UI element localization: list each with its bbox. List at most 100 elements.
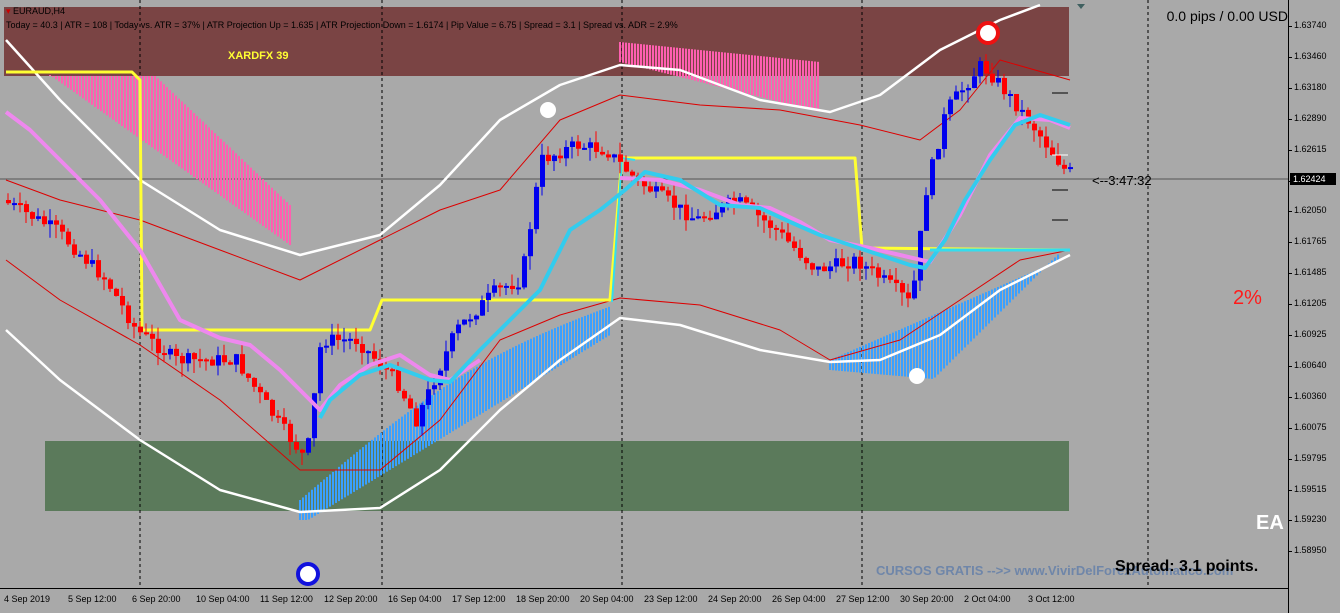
candle-480 [480, 300, 485, 316]
candle-258 [258, 386, 263, 393]
price-tick-label: 1.59795 [1294, 452, 1327, 463]
candle-78 [78, 254, 83, 257]
candle-132 [132, 323, 137, 327]
candle-582 [582, 147, 587, 150]
candle-366 [366, 351, 371, 354]
price-tick-label: 1.61205 [1294, 298, 1327, 309]
candle-66 [66, 231, 71, 245]
candle-36 [36, 216, 41, 219]
candle-558 [558, 155, 563, 159]
price-chart[interactable] [0, 0, 1288, 589]
price-tick [1288, 56, 1292, 58]
candle-870 [870, 266, 875, 269]
candle-1038 [1038, 130, 1043, 137]
candle-270 [270, 399, 275, 416]
candle-978 [978, 61, 983, 77]
candle-882 [882, 275, 887, 278]
candle-168 [168, 348, 173, 355]
percent-label: 2% [1233, 287, 1262, 309]
pips-readout: 0.0 pips / 0.00 USD [1166, 8, 1288, 24]
candle-210 [210, 359, 215, 366]
candle-504 [504, 285, 509, 288]
candle-54 [54, 220, 59, 225]
candle-1032 [1032, 123, 1037, 131]
stats-line: Today = 40.3 | ATR = 108 | Today vs. ATR… [6, 20, 678, 30]
candle-96 [96, 260, 101, 278]
candle-228 [228, 362, 233, 365]
candle-114 [114, 288, 119, 296]
candle-648 [648, 186, 653, 192]
candle-348 [348, 338, 353, 341]
candle-618 [618, 154, 623, 162]
price-tick [1288, 87, 1292, 89]
price-tick [1288, 304, 1292, 306]
candle-90 [90, 260, 95, 264]
candle-216 [216, 355, 221, 366]
candle-138 [138, 326, 143, 333]
price-tick-label: 1.58950 [1294, 545, 1327, 556]
candle-942 [942, 114, 947, 149]
candle-264 [264, 392, 269, 400]
candle-120 [120, 295, 125, 306]
candle-450 [450, 333, 455, 352]
price-tick-label: 1.60925 [1294, 329, 1327, 339]
time-tick-label: 6 Sep 20:00 [132, 594, 181, 604]
candle-846 [846, 266, 851, 269]
candle-144 [144, 332, 149, 335]
candle-594 [594, 142, 599, 152]
price-tick-label: 1.60640 [1294, 359, 1327, 370]
candle-432 [432, 385, 437, 390]
candle-600 [600, 151, 605, 155]
candle-1008 [1008, 93, 1013, 96]
price-tick-label: 1.63740 [1294, 20, 1327, 30]
candle-342 [342, 339, 347, 342]
candle-174 [174, 348, 179, 357]
candle-888 [888, 275, 893, 280]
candle-990 [990, 73, 995, 83]
candle-126 [126, 305, 131, 324]
time-tick-label: 16 Sep 04:00 [388, 594, 442, 604]
candle-708 [708, 217, 713, 220]
collapse-icon[interactable]: ▾ [6, 6, 13, 16]
candle-570 [570, 141, 575, 147]
price-tick-label: 1.62050 [1294, 205, 1327, 216]
candle-858 [858, 256, 863, 269]
brand-label: XARDFX 39 [228, 50, 289, 62]
candle-786 [786, 232, 791, 242]
candle-564 [564, 146, 569, 159]
candle-798 [798, 247, 803, 258]
candle-1002 [1002, 77, 1007, 95]
candle-510 [510, 285, 515, 290]
candle-498 [498, 285, 503, 288]
candle-6 [6, 200, 11, 204]
candle-546 [546, 154, 551, 162]
candle-912 [912, 280, 917, 299]
candle-588 [588, 142, 593, 148]
candle-192 [192, 353, 197, 360]
candle-468 [468, 319, 473, 322]
candle-768 [768, 220, 773, 228]
time-tick-label: 27 Sep 12:00 [836, 594, 890, 604]
time-tick-label: 2 Oct 04:00 [964, 594, 1011, 604]
candle-426 [426, 389, 431, 405]
time-tick-label: 26 Sep 04:00 [772, 594, 826, 604]
candle-492 [492, 285, 497, 293]
price-tick [1288, 118, 1292, 120]
candle-1020 [1020, 109, 1025, 112]
candle-624 [624, 161, 629, 172]
candle-1056 [1056, 155, 1061, 165]
time-tick-label: 10 Sep 04:00 [196, 594, 250, 604]
price-tick-label: 1.63180 [1294, 81, 1327, 92]
candle-204 [204, 359, 209, 362]
candle-876 [876, 267, 881, 278]
price-tick [1288, 396, 1292, 398]
price-tick-label: 1.62890 [1294, 112, 1327, 123]
spread-label: Spread: 3.1 points. [1115, 558, 1259, 575]
candle-810 [810, 263, 815, 270]
candle-534 [534, 186, 539, 230]
candle-1068 [1068, 167, 1073, 170]
candle-696 [696, 216, 701, 219]
candle-486 [486, 292, 491, 301]
time-tick-label: 18 Sep 20:00 [516, 594, 570, 604]
candle-900 [900, 283, 905, 293]
